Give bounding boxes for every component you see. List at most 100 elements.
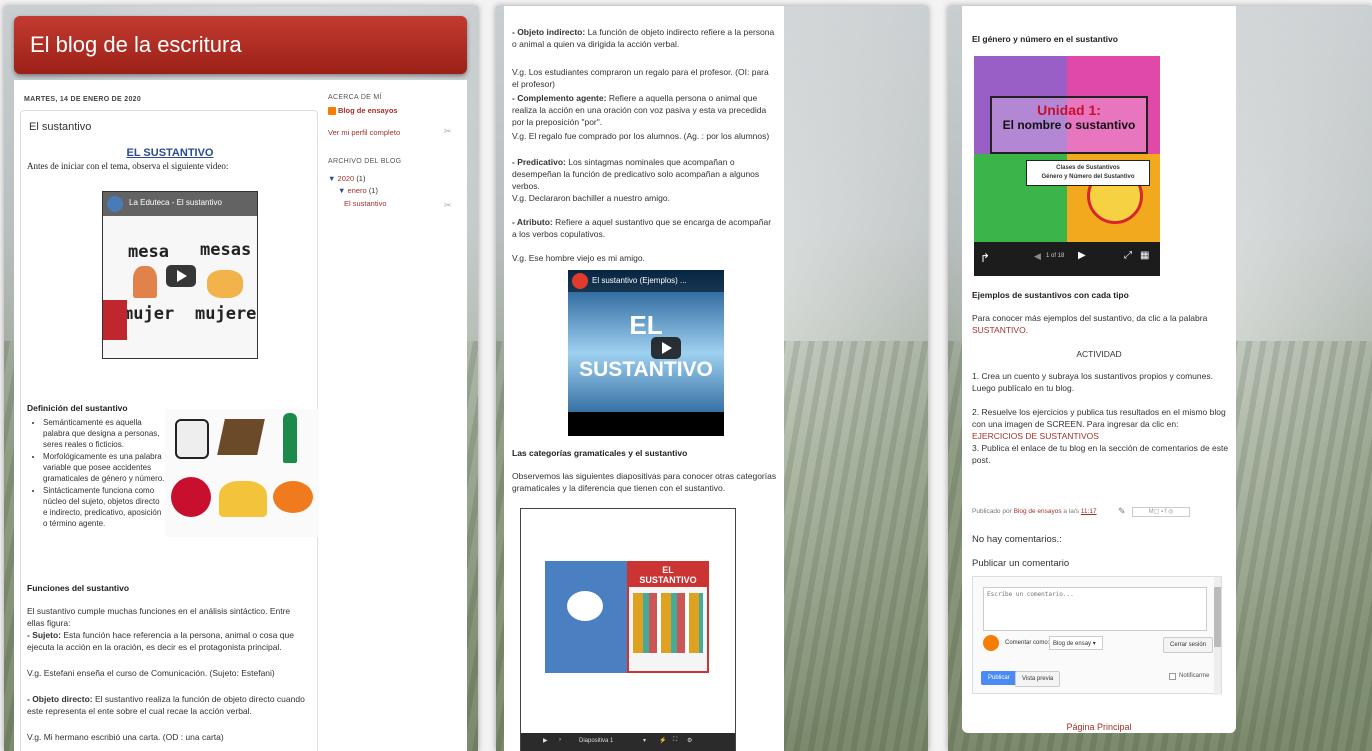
post-intro: Antes de iniciar con el tema, observa el… (27, 161, 229, 171)
blog-panel-1: El blog de la escritura MARTES, 14 DE EN… (4, 6, 478, 751)
car-drawing (219, 481, 267, 517)
function-objeto-directo: - Objeto directo: El sustantivo realiza … (27, 694, 305, 716)
sujeto-example: V.g. Estefani enseña el curso de Comunic… (27, 668, 275, 678)
preview-button[interactable]: Vista previa (1015, 671, 1061, 687)
about-heading: ACERCA DE MÍ (328, 94, 382, 101)
edit-tools-icon[interactable]: ✂ (444, 126, 452, 137)
author-link[interactable]: Blog de ensayos (1014, 508, 1062, 515)
archive-year[interactable]: ▼ 2020 (1) (328, 174, 365, 183)
activity-item-1: 1. Crea un cuento y subraya los sustanti… (972, 371, 1213, 393)
examples-text: Para conocer más ejemplos del sustantivo… (972, 313, 1208, 335)
notify-checkbox[interactable] (1169, 673, 1176, 680)
gender-heading: El género y número en el sustantivo (972, 34, 1118, 44)
slide-menu-icon[interactable]: ▾ (643, 737, 646, 744)
comment-scrollbar[interactable] (1214, 577, 1221, 695)
slideshow-controls: ↱ 1 of 18 ◀ ▶ ⤢ ▦ (974, 242, 1160, 276)
publish-button[interactable]: Publicar (981, 671, 1017, 685)
function-predicativo: - Predicativo: Los sintagmas nominales q… (512, 157, 760, 191)
video-play-button[interactable] (166, 265, 196, 287)
triangle-down-icon: ▼ (328, 174, 336, 183)
settings-icon[interactable]: ⚙ (687, 737, 692, 744)
slideshow-embed[interactable]: Unidad 1: El nombre o sustantivo Clases … (974, 56, 1160, 276)
definition-heading: Definición del sustantivo (27, 403, 128, 413)
logout-button[interactable]: Cerrar sesión (1163, 637, 1214, 653)
triangle-down-icon: ▼ (338, 186, 346, 195)
video-channel-title: La Eduteca - El sustantivo (129, 198, 222, 207)
categories-text: Observemos las siguientes diapositivas p… (512, 471, 777, 493)
video-sustantivo-ejemplos[interactable]: El sustantivo (Ejemplos) ... EL SUSTANTI… (568, 270, 724, 436)
book-drawing (217, 419, 265, 455)
thought-bubble-icon (567, 591, 603, 621)
share-icon[interactable]: ↱ (980, 251, 990, 265)
channel-avatar (572, 273, 588, 289)
blog-panel-2: - Objeto indirecto: La función de objeto… (496, 6, 928, 751)
noun-examples-image (165, 409, 319, 537)
ejercicios-link[interactable]: EJERCICIOS DE SUSTANTIVOS (972, 431, 1099, 441)
edit-tools-icon[interactable]: ✂ (444, 200, 452, 211)
post-continuation-2: El género y número en el sustantivo Unid… (962, 6, 1236, 733)
next-slide-icon[interactable]: ▶ (1078, 250, 1086, 261)
next-slide-icon[interactable]: › (559, 737, 561, 743)
post-date: MARTES, 14 DE ENERO DE 2020 (24, 96, 142, 103)
identity-select[interactable]: Blog de ensay ▾ (1049, 636, 1103, 650)
slides-embed[interactable]: EL SUSTANTIVO ▶ › Diapositiva 1 ▾ ⚡ ⛶ ⚙ (520, 508, 736, 751)
word-mesas: mesas (200, 240, 252, 260)
blog-title[interactable]: El blog de la escritura (30, 32, 242, 58)
activity-heading: ACTIVIDAD (1076, 349, 1122, 359)
slide-selector[interactable]: Diapositiva 1 (579, 738, 613, 744)
archive-heading: ARCHIVO DEL BLOG (328, 158, 402, 165)
slide-caption: Clases de Sustantivos Género y Número del… (1026, 160, 1150, 186)
function-atributo: - Atributo: Refiere a aquel sustantivo q… (512, 217, 772, 239)
comment-textarea[interactable] (983, 587, 1207, 631)
slide-blue-panel (545, 561, 627, 673)
blogger-icon (328, 107, 336, 115)
post-title: El sustantivo (29, 121, 92, 133)
slideshare-icon[interactable]: ▦ (1140, 250, 1149, 261)
atr-example: V.g. Ese hombre viejo es mi amigo. (512, 253, 645, 263)
slide-subtitle: El nombre o sustantivo (1002, 118, 1136, 132)
slide-icons-grid (633, 593, 703, 653)
video-play-button[interactable] (651, 337, 681, 359)
notify-label: Notificarme (1179, 673, 1210, 679)
flower-drawing (171, 477, 211, 517)
function-sujeto: - Sujeto: Esta función hace referencia a… (27, 630, 294, 652)
examples-heading: Ejemplos de sustantivos con cada tipo (972, 290, 1129, 300)
horse-drawing (175, 419, 209, 459)
archive-month[interactable]: ▼ enero (1) (338, 186, 378, 195)
archive-post-link[interactable]: El sustantivo (344, 199, 387, 208)
post-body: El sustantivo EL SUSTANTIVO Antes de ini… (20, 110, 319, 751)
definition-bullet: Sintácticamente funciona como núcleo del… (43, 485, 165, 529)
oi-example: V.g. Los estudiantes compraron un regalo… (512, 67, 769, 89)
blog-header: El blog de la escritura (14, 16, 467, 74)
author-link[interactable]: Blog de ensayos (338, 106, 398, 115)
definition-bullet: Semánticamente es aquella palabra que de… (43, 417, 165, 450)
prev-slide-icon[interactable]: ◀ (1034, 251, 1041, 262)
profile-link[interactable]: Ver mi perfil completo (328, 128, 400, 137)
od-example: V.g. Mi hermano escribió una carta. (OD … (27, 732, 224, 742)
flash-icon[interactable]: ⚡ (659, 737, 666, 744)
kids-illustration (207, 270, 243, 298)
activity-item-3: 3. Publica el enlace de tu blog en la se… (972, 443, 1229, 465)
sustantivo-link[interactable]: SUSTANTIVO. (972, 325, 1028, 335)
expand-icon[interactable]: ⤢ (1124, 250, 1132, 261)
function-objeto-indirecto: - Objeto indirecto: La función de objeto… (512, 27, 775, 49)
bottle-drawing (283, 413, 297, 463)
comment-as-label: Comentar como: (1005, 640, 1050, 646)
video-el-sustantivo[interactable]: La Eduteca - El sustantivo mesa mesas mu… (102, 191, 258, 359)
categories-heading: Las categorías gramaticales y el sustant… (512, 448, 688, 458)
slides-controls: ▶ › Diapositiva 1 ▾ ⚡ ⛶ ⚙ (521, 733, 735, 751)
share-buttons-icon[interactable]: M▢ ▪ f ◎ (1132, 507, 1190, 517)
slide-unit: Unidad 1: (1037, 102, 1101, 118)
blogger-avatar-icon (983, 635, 999, 651)
word-mesa: mesa (128, 242, 169, 262)
fullscreen-icon[interactable]: ⛶ (673, 737, 677, 744)
comment-form: Comentar como: Blog de ensay ▾ Cerrar se… (972, 576, 1222, 695)
main-page-link[interactable]: Página Principal (962, 722, 1236, 732)
blog-main-area: MARTES, 14 DE ENERO DE 2020 El sustantiv… (14, 80, 467, 751)
definition-bullet: Morfológicamente es una palabra variable… (43, 451, 165, 484)
slide-red-panel: EL SUSTANTIVO (627, 561, 709, 673)
edit-post-icon[interactable]: ✎ (1118, 506, 1126, 517)
function-complemento-agente: - Complemento agente: Refiere a aquella … (512, 93, 767, 127)
post-time-link[interactable]: 11:17 (1081, 508, 1097, 515)
prev-slide-icon[interactable]: ▶ (543, 737, 548, 744)
